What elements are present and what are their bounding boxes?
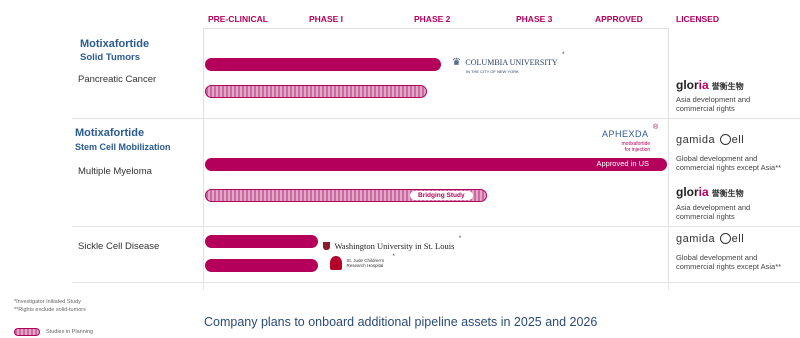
header-phase3: PHASE 3 — [516, 14, 553, 24]
washu-name: Washington University in St. Louis — [334, 241, 455, 251]
stjude-sub: Research Hospital — [346, 262, 384, 268]
divider-header — [203, 28, 668, 29]
divider-row-2 — [72, 226, 800, 227]
program-1-indication: Solid Tumors — [80, 52, 140, 63]
gamida-cell-icon — [719, 134, 731, 145]
licensee-1-desc: Asia development and commercial rights — [676, 95, 751, 113]
program-1-drug: Motixafortide — [80, 38, 150, 50]
bar-myeloma-bridging: Bridging Study — [205, 189, 487, 202]
legend-planning-swatch — [14, 328, 40, 336]
bar-myeloma-approved: Approved in US — [205, 158, 667, 171]
disease-myeloma: Multiple Myeloma — [78, 166, 152, 177]
bar-sickle-2 — [205, 259, 318, 272]
washu-crest-icon — [323, 242, 330, 250]
stjude-figure-icon — [330, 256, 342, 270]
partner-washu: Washington University in St. Louis * — [323, 236, 461, 254]
crown-icon: ♛ — [452, 57, 461, 68]
program-2-drug: Motixafortide — [75, 127, 145, 139]
licensee-2-logo: gamida ell — [676, 134, 745, 146]
header-licensed: LICENSED — [676, 14, 719, 24]
gamida-cell-icon — [719, 233, 731, 244]
grid-line-left — [203, 28, 204, 290]
bar-pancreatic-planning — [205, 85, 427, 98]
aphexda-sub2: for injection — [624, 147, 651, 153]
bar-sickle-1 — [205, 235, 318, 248]
bridging-study-label: Bridging Study — [410, 191, 473, 200]
bar-label-approved: Approved in US — [596, 159, 649, 168]
aphexda-mark: ® — [652, 124, 659, 131]
legend-planning-label: Studies in Planning — [46, 329, 94, 335]
disease-sickle-cell: Sickle Cell Disease — [78, 241, 160, 252]
bar-pancreatic-active — [205, 58, 441, 71]
program-2-indication: Stem Cell Mobilization — [75, 142, 171, 152]
divider-row-3 — [72, 282, 800, 283]
header-preclinical: PRE-CLINICAL — [208, 14, 268, 24]
columbia-name: COLUMBIA UNIVERSITY — [465, 58, 558, 67]
header-phase1: PHASE I — [309, 14, 344, 24]
washu-mark: * — [458, 236, 462, 242]
headline: Company plans to onboard additional pipe… — [204, 315, 598, 329]
footnote-rights: **Rights exclude solid-tumors — [14, 307, 86, 313]
licensee-4-logo: gamida ell — [676, 233, 745, 245]
aphexda-name: APHEXDA — [602, 129, 649, 139]
licensee-3-desc: Asia development and commercial rights — [676, 203, 751, 221]
divider-row-1 — [72, 118, 800, 119]
licensee-1-logo: gloria 誉衡生物 — [676, 78, 744, 92]
columbia-mark: * — [562, 52, 565, 58]
columbia-sub: IN THE CITY OF NEW YORK — [466, 69, 519, 74]
header-approved: APPROVED — [595, 14, 643, 24]
licensee-3-logo: gloria 誉衡生物 — [676, 185, 744, 199]
grid-line-licensed — [668, 28, 669, 290]
partner-stjude: St. Jude Children's Research Hospital * — [330, 254, 395, 272]
licensee-4-desc: Global development and commercial rights… — [676, 253, 782, 271]
licensee-2-desc: Global development and commercial rights… — [676, 154, 782, 172]
partner-aphexda: APHEXDA ® motixafortide for injection — [602, 124, 658, 153]
footnote-iis: *Investigator Initiated Study — [14, 299, 81, 305]
disease-pancreatic: Pancreatic Cancer — [78, 74, 157, 85]
partner-columbia: ♛ COLUMBIA UNIVERSITY * IN THE CITY OF N… — [452, 52, 564, 74]
stjude-mark: * — [392, 254, 395, 260]
header-phase2: PHASE 2 — [414, 14, 451, 24]
